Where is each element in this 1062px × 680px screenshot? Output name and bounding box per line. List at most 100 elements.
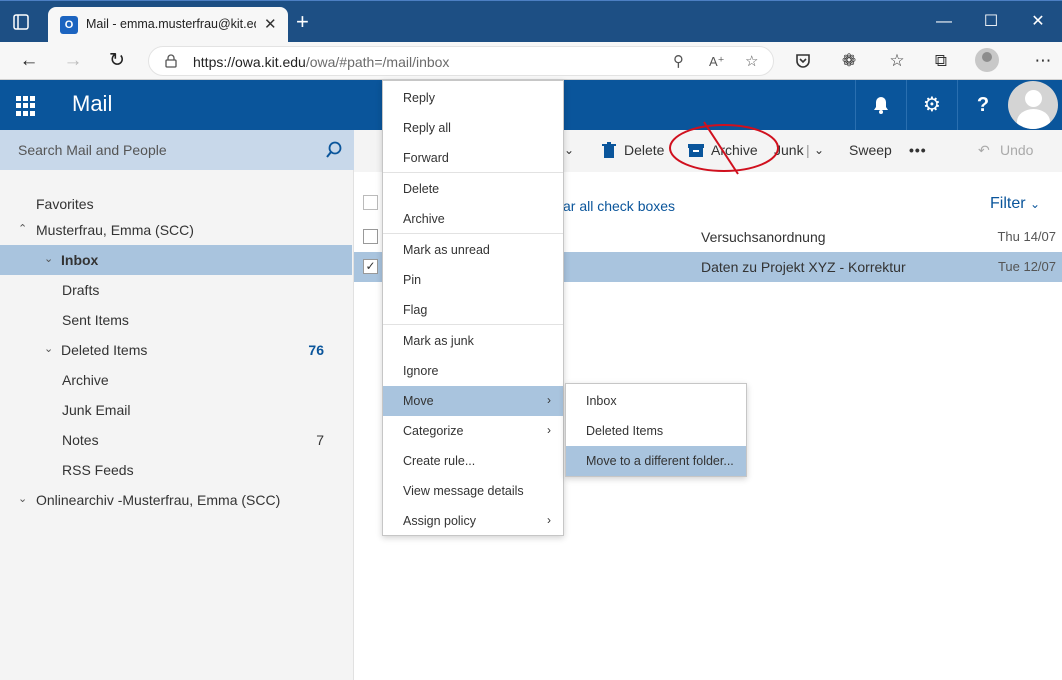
menu-item-reply-all[interactable]: Reply all	[383, 113, 563, 143]
undo-button[interactable]: Undo	[1000, 142, 1033, 158]
chevron-down-icon[interactable]: ⌄	[18, 492, 27, 505]
browser-profile-avatar[interactable]	[975, 48, 999, 72]
message-date: Tue 12/07	[997, 259, 1056, 274]
submenu-item-move-to-different-folder[interactable]: Move to a different folder...	[566, 446, 746, 476]
menu-item-pin[interactable]: Pin	[383, 265, 563, 295]
menu-label: Delete	[403, 182, 440, 196]
url-host: https://owa.kit.edu	[193, 54, 306, 70]
notifications-bell-icon[interactable]	[855, 80, 906, 130]
menu-item-archive[interactable]: Archive	[383, 204, 563, 234]
window-close-icon[interactable]: ✕	[1024, 9, 1052, 35]
undo-icon[interactable]: ↶	[978, 142, 990, 159]
folder-label: Musterfrau, Emma (SCC)	[36, 222, 194, 238]
folder-label: Archive	[62, 372, 109, 388]
menu-item-categorize[interactable]: Categorize ›	[383, 416, 563, 446]
folder-notes[interactable]: Notes 7	[0, 425, 352, 455]
search-icon[interactable]	[324, 140, 344, 160]
sweep-button[interactable]: Sweep	[849, 142, 892, 158]
forward-icon[interactable]: →	[60, 48, 86, 74]
menu-label: Create rule...	[403, 454, 476, 468]
menu-item-flag[interactable]: Flag	[383, 295, 563, 325]
archive-box-icon	[688, 144, 704, 157]
chevron-down-icon[interactable]: ⌄	[44, 342, 53, 355]
more-actions-icon[interactable]: •••	[909, 142, 927, 158]
extensions-icon[interactable]: ❁	[836, 48, 862, 74]
chevron-down-icon[interactable]: ⌄	[44, 252, 53, 265]
favorites-icon[interactable]: ☆	[884, 48, 910, 74]
menu-label: Mark as unread	[403, 243, 490, 257]
collections-icon[interactable]: ⧉	[928, 48, 954, 74]
chevron-up-icon[interactable]: ⌃	[18, 222, 27, 235]
add-favorite-icon[interactable]: ☆	[745, 52, 758, 70]
submenu-item-deleted-items[interactable]: Deleted Items	[566, 416, 746, 446]
clear-all-checkboxes-link[interactable]: ar all check boxes	[563, 198, 675, 214]
back-icon[interactable]: ←	[16, 48, 42, 74]
folder-archive[interactable]: Archive	[0, 365, 352, 395]
message-date: Thu 14/07	[997, 229, 1056, 244]
menu-item-forward[interactable]: Forward	[383, 143, 563, 173]
tab-title: Mail - emma.musterfrau@kit.edu	[86, 17, 256, 31]
move-submenu: Inbox Deleted Items Move to a different …	[565, 383, 747, 477]
tab-close-icon[interactable]: ✕	[264, 15, 277, 33]
refresh-icon[interactable]: ↻	[104, 48, 130, 74]
folder-sent-items[interactable]: Sent Items	[0, 305, 352, 335]
tab-actions-icon[interactable]	[12, 13, 34, 33]
menu-item-assign-policy[interactable]: Assign policy ›	[383, 506, 563, 536]
menu-item-delete[interactable]: Delete	[383, 174, 563, 204]
menu-item-move[interactable]: Move ›	[383, 386, 563, 416]
menu-item-ignore[interactable]: Ignore	[383, 356, 563, 386]
help-icon[interactable]: ?	[957, 80, 1008, 130]
select-all-checkbox[interactable]	[363, 195, 378, 210]
app-launcher-icon[interactable]	[16, 96, 36, 116]
read-aloud-icon[interactable]: A⁺	[709, 54, 725, 70]
folder-account-musterfrau[interactable]: ⌃ Musterfrau, Emma (SCC)	[0, 215, 352, 245]
menu-label: Forward	[403, 151, 449, 165]
folder-label: Notes	[62, 432, 99, 448]
junk-chevron-down-icon[interactable]: ⌄	[814, 143, 824, 157]
folder-deleted-items[interactable]: ⌄ Deleted Items 76	[0, 335, 352, 365]
menu-item-mark-as-unread[interactable]: Mark as unread	[383, 235, 563, 265]
address-bar-row: ← → ↻ https://owa.kit.edu/owa/#path=/mai…	[0, 42, 1062, 80]
minimize-icon[interactable]: —	[930, 9, 958, 35]
menu-label: Inbox	[586, 394, 617, 408]
chevron-right-icon: ›	[547, 513, 551, 527]
folder-onlinearchiv[interactable]: ⌄ Onlinearchiv -Musterfrau, Emma (SCC)	[0, 485, 352, 515]
search-input[interactable]: Search Mail and People	[18, 142, 167, 158]
folder-pane: Favorites ⌃ Musterfrau, Emma (SCC) ⌄ Inb…	[0, 170, 354, 680]
folder-rss-feeds[interactable]: RSS Feeds	[0, 455, 352, 485]
pocket-extension-icon[interactable]	[790, 48, 816, 74]
menu-label: Pin	[403, 273, 422, 287]
user-avatar[interactable]	[1008, 81, 1058, 129]
folder-label: Sent Items	[62, 312, 129, 328]
delete-button[interactable]: Delete	[624, 142, 664, 158]
new-tab-icon[interactable]: +	[296, 11, 309, 33]
message-subject: Daten zu Projekt XYZ - Korrektur	[701, 259, 906, 275]
menu-item-view-message-details[interactable]: View message details	[383, 476, 563, 506]
message-checkbox[interactable]: ✓	[363, 259, 378, 274]
archive-button[interactable]: Archive	[711, 142, 758, 158]
submenu-item-inbox[interactable]: Inbox	[566, 386, 746, 416]
message-checkbox[interactable]	[363, 229, 378, 244]
search-box[interactable]: Search Mail and People	[0, 130, 354, 170]
settings-more-icon[interactable]: ⋯	[1030, 48, 1056, 74]
menu-item-reply[interactable]: Reply	[383, 83, 563, 113]
menu-label: Reply all	[403, 121, 451, 135]
url-field[interactable]: https://owa.kit.edu/owa/#path=/mail/inbo…	[148, 46, 774, 76]
menu-item-create-rule[interactable]: Create rule...	[383, 446, 563, 476]
folder-inbox[interactable]: ⌄ Inbox	[0, 245, 352, 275]
menu-item-mark-as-junk[interactable]: Mark as junk	[383, 326, 563, 356]
new-dropdown-chevron-icon[interactable]: ⌄	[564, 143, 574, 157]
junk-button[interactable]: Junk	[774, 142, 804, 158]
browser-tab-bar: O Mail - emma.musterfrau@kit.edu ✕ + — ☐…	[0, 0, 1062, 43]
menu-label: Reply	[403, 91, 435, 105]
maximize-icon[interactable]: ☐	[977, 9, 1005, 35]
filter-button[interactable]: Filter ⌄	[990, 195, 1040, 213]
folder-junk-email[interactable]: Junk Email	[0, 395, 352, 425]
url-path: /owa/#path=/mail/inbox	[305, 54, 450, 70]
key-icon[interactable]: ⚲	[673, 52, 684, 70]
browser-tab[interactable]: O Mail - emma.musterfrau@kit.edu ✕	[48, 7, 288, 43]
settings-gear-icon[interactable]: ⚙	[906, 80, 957, 130]
folder-drafts[interactable]: Drafts	[0, 275, 352, 305]
chevron-right-icon: ›	[547, 423, 551, 437]
menu-label: Deleted Items	[586, 424, 664, 438]
